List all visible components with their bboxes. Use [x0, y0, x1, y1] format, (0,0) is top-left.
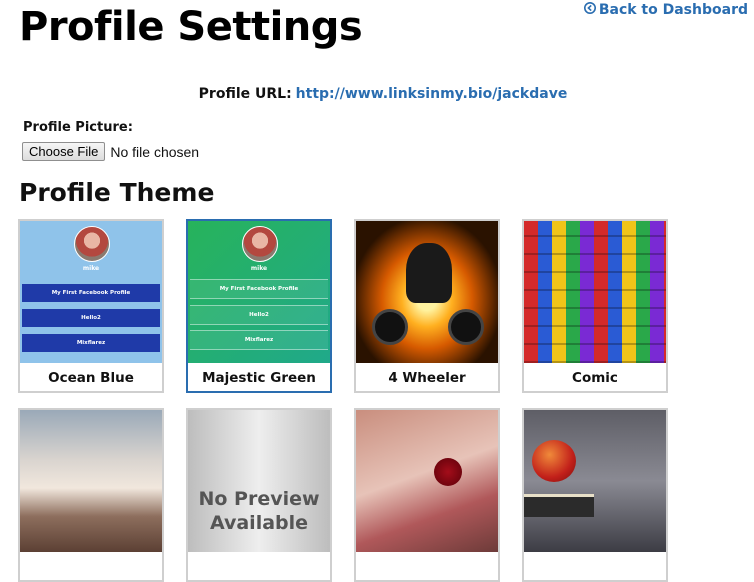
no-preview-placeholder: No Preview Available — [188, 410, 330, 552]
theme-tile-4-wheeler[interactable]: 4 Wheeler — [354, 219, 500, 393]
atv-rider-image — [406, 243, 452, 303]
comic-collage-image — [524, 221, 666, 363]
file-status-text: No file chosen — [110, 143, 200, 160]
theme-preview-apple — [524, 410, 666, 552]
theme-preview-4-wheeler — [356, 221, 498, 363]
theme-tile-makeup[interactable] — [354, 408, 500, 582]
theme-preview-majestic-green: mike My First Facebook Profile Hello2 Mi… — [188, 221, 330, 363]
no-preview-text: No Preview Available — [198, 488, 320, 534]
preview-link-button: Hello2 — [190, 305, 328, 325]
preview-name: mike — [250, 265, 268, 272]
back-link-label: Back to Dashboard — [598, 2, 748, 18]
profile-theme-heading: Profile Theme — [19, 178, 215, 207]
atv-wheel-image — [372, 309, 408, 345]
theme-label: Majestic Green — [202, 370, 316, 386]
theme-tile-no-preview[interactable]: No Preview Available — [186, 408, 332, 582]
preview-link-button: Hello2 — [22, 309, 160, 327]
file-input: Choose File No file chosen — [22, 142, 199, 161]
theme-tile-majestic-green[interactable]: mike My First Facebook Profile Hello2 Mi… — [186, 219, 332, 393]
theme-label: 4 Wheeler — [388, 370, 466, 386]
theme-preview-skater — [20, 410, 162, 552]
preview-name: mike — [82, 265, 100, 272]
books-image — [524, 494, 594, 517]
avatar — [74, 226, 110, 262]
rose-image — [434, 458, 462, 486]
profile-url-row: Profile URL: http://www.linksinmy.bio/jac… — [0, 86, 754, 102]
theme-label: Ocean Blue — [48, 370, 134, 386]
theme-tile-ocean-blue[interactable]: mike My First Facebook Profile Hello2 Mi… — [18, 219, 164, 393]
theme-label: Comic — [572, 370, 618, 386]
preview-link-button: My First Facebook Profile — [190, 279, 328, 299]
theme-tile-skater[interactable] — [18, 408, 164, 582]
back-to-dashboard-link[interactable]: Back to Dashboard — [583, 2, 748, 18]
theme-preview-makeup — [356, 410, 498, 552]
preview-link-button: Mixflarez — [22, 334, 160, 352]
profile-url-label: Profile URL: — [198, 86, 292, 102]
profile-picture-label: Profile Picture: — [23, 120, 133, 135]
preview-link-button: My First Facebook Profile — [22, 284, 160, 302]
arrow-left-circle-icon — [583, 2, 596, 18]
avatar — [242, 226, 278, 262]
theme-tile-comic[interactable]: Comic — [522, 219, 668, 393]
page-title: Profile Settings — [19, 4, 363, 50]
theme-preview-comic — [524, 221, 666, 363]
preview-link-button: Mixflarez — [190, 330, 328, 350]
atv-wheel-image — [448, 309, 484, 345]
apple-image — [532, 440, 576, 482]
theme-tile-apple[interactable] — [522, 408, 668, 582]
profile-url-link[interactable]: http://www.linksinmy.bio/jackdave — [296, 86, 568, 102]
choose-file-button[interactable]: Choose File — [22, 142, 106, 161]
theme-preview-ocean-blue: mike My First Facebook Profile Hello2 Mi… — [20, 221, 162, 363]
